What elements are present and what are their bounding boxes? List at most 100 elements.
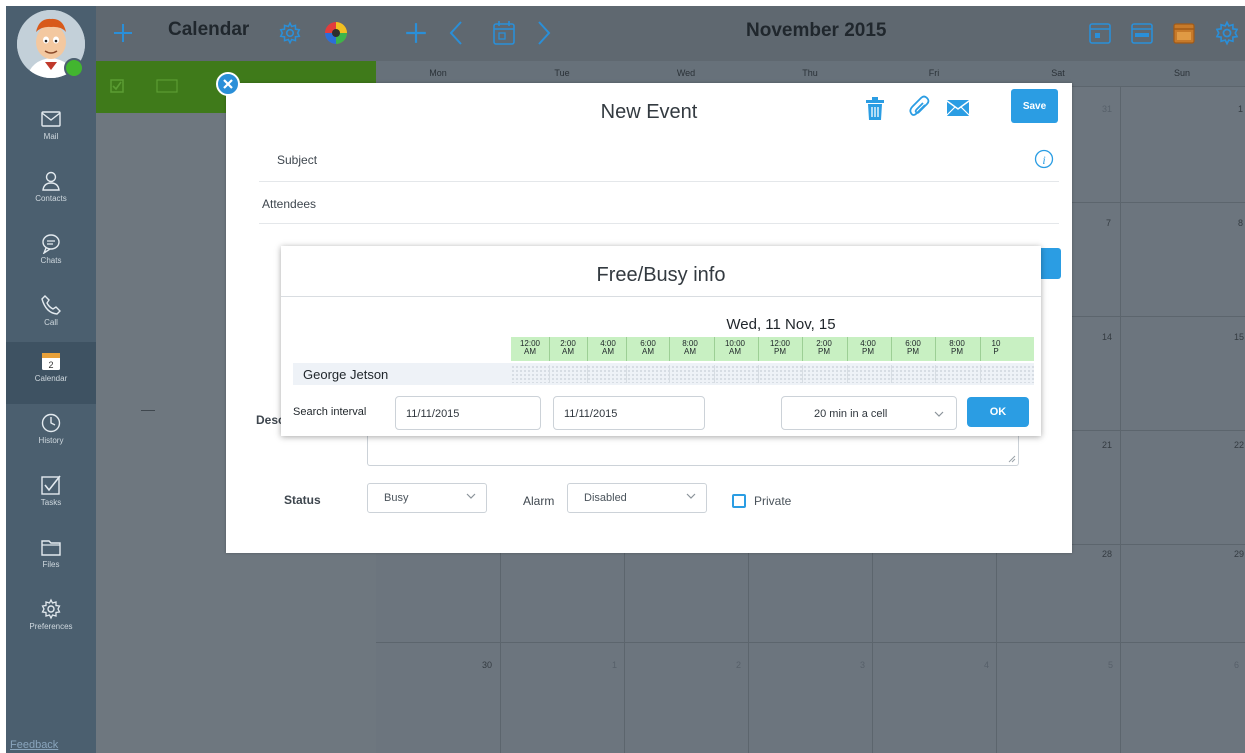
day-number[interactable]: 2 — [736, 660, 741, 670]
day-number[interactable]: 6 — [1234, 660, 1239, 670]
interval-start-input[interactable]: 11/11/2015 — [395, 396, 541, 430]
hour-divider — [891, 337, 892, 361]
weekday-label: Wed — [676, 68, 696, 78]
chevron-left-icon[interactable] — [448, 20, 464, 46]
day-number[interactable]: 15 — [1234, 332, 1244, 342]
hour-divider — [626, 337, 627, 361]
chevron-right-icon[interactable] — [536, 20, 552, 46]
private-label: Private — [754, 494, 792, 508]
view-settings-gear-icon[interactable] — [1214, 20, 1240, 46]
ok-button[interactable]: OK — [967, 397, 1029, 427]
grid-line — [1120, 87, 1121, 753]
day-number[interactable]: 8 — [1238, 218, 1243, 228]
hour-label: 6:00 AM — [640, 339, 656, 356]
day-number[interactable]: 1 — [612, 660, 617, 670]
day-number[interactable]: 31 — [1102, 104, 1112, 114]
day-number[interactable]: 30 — [482, 660, 492, 670]
nav-item-contacts[interactable]: Contacts — [6, 162, 96, 224]
day-number[interactable]: 5 — [1108, 660, 1113, 670]
nav-item-mail[interactable]: Mail — [6, 100, 96, 162]
hour-label: 4:00 PM — [860, 339, 876, 356]
dialog-divider — [281, 296, 1041, 297]
attachment-icon[interactable] — [908, 95, 932, 121]
nav-item-calendar[interactable]: 2 Calendar — [6, 342, 96, 404]
day-number[interactable]: 14 — [1102, 332, 1112, 342]
calendar-color-swatch-icon — [156, 79, 178, 93]
day-number[interactable]: 29 — [1234, 549, 1244, 559]
add-event-icon[interactable] — [404, 21, 428, 45]
hour-label: 2:00 AM — [560, 339, 576, 356]
calendar-icon: 2 — [42, 353, 60, 370]
nav-item-history[interactable]: History — [6, 404, 96, 466]
close-icon — [223, 79, 233, 89]
status-select-value: Busy — [384, 492, 409, 504]
day-number[interactable]: 3 — [860, 660, 865, 670]
clock-icon — [41, 413, 61, 433]
day-number[interactable]: 22 — [1234, 440, 1244, 450]
hour-header-row: 12:00 AM 2:00 AM 4:00 AM 6:00 AM 8:00 AM 10:0… — [511, 337, 1034, 361]
cell-size-value: 20 min in a cell — [814, 408, 888, 420]
week-view-icon[interactable] — [1130, 21, 1154, 45]
hour-label: 8:00 AM — [682, 339, 698, 356]
color-wheel-icon[interactable] — [324, 21, 348, 45]
availability-slots — [511, 365, 1034, 383]
day-number[interactable]: 7 — [1106, 218, 1111, 228]
nav-label: History — [38, 436, 64, 445]
hour-label: 6:00 PM — [905, 339, 921, 356]
slot-divider — [669, 365, 670, 383]
day-number[interactable]: 21 — [1102, 440, 1112, 450]
month-title: November 2015 — [746, 20, 887, 41]
calendar-panel-toolbar: Calendar — [96, 6, 376, 61]
interval-end-input[interactable]: 11/11/2015 — [553, 396, 705, 430]
nav-item-chats[interactable]: Chats — [6, 224, 96, 286]
attendees-label: Attendees — [262, 197, 317, 211]
hour-label: 10:00 AM — [724, 339, 746, 356]
day-number[interactable]: 1 — [1238, 104, 1243, 114]
trash-icon[interactable] — [864, 97, 886, 121]
slot-divider — [980, 365, 981, 383]
hour-divider — [802, 337, 803, 361]
checkbox-checked-icon[interactable] — [110, 79, 124, 93]
alarm-select[interactable]: Disabled — [567, 483, 707, 513]
calendar-panel-dash: — — [141, 401, 155, 417]
interval-start-value: 11/11/2015 — [406, 408, 460, 420]
send-mail-icon[interactable] — [946, 99, 970, 117]
day-number[interactable]: 4 — [984, 660, 989, 670]
month-view-icon[interactable] — [1172, 21, 1196, 45]
chevron-down-icon — [934, 411, 944, 417]
status-label: Status — [284, 493, 321, 507]
today-calendar-icon[interactable] — [492, 20, 516, 46]
cell-size-select[interactable]: 20 min in a cell — [781, 396, 957, 430]
weekday-label: Fri — [928, 68, 940, 78]
calendar-settings-gear-icon[interactable] — [278, 21, 302, 45]
resize-handle-icon[interactable] — [1008, 455, 1016, 463]
hour-divider — [935, 337, 936, 361]
mail-icon — [41, 111, 61, 127]
nav-item-call[interactable]: Call — [6, 286, 96, 348]
app-window: Mail Contacts Chats Call 2 Calendar Hist… — [6, 6, 1245, 753]
month-toolbar: November 2015 — [376, 6, 1245, 61]
nav-label: Tasks — [40, 498, 62, 507]
nav-label: Files — [42, 560, 60, 569]
hour-divider — [714, 337, 715, 361]
nav-item-tasks[interactable]: Tasks — [6, 466, 96, 528]
feedback-link[interactable]: Feedback — [10, 739, 58, 751]
nav-item-preferences[interactable]: Preferences — [6, 590, 96, 652]
close-dialog-button[interactable] — [216, 72, 240, 96]
interval-end-value: 11/11/2015 — [564, 408, 618, 420]
folder-icon — [41, 540, 61, 556]
status-select[interactable]: Busy — [367, 483, 487, 513]
private-checkbox[interactable] — [732, 494, 746, 508]
day-number[interactable]: 28 — [1102, 549, 1112, 559]
add-calendar-icon[interactable] — [112, 22, 134, 44]
slot-divider — [935, 365, 936, 383]
slot-divider — [758, 365, 759, 383]
field-divider — [259, 181, 1059, 182]
weekday-label: Sun — [1173, 68, 1190, 78]
hour-label: 10 P — [991, 339, 1001, 356]
day-view-icon[interactable] — [1088, 21, 1112, 45]
nav-label: Mail — [43, 132, 59, 141]
save-button[interactable]: Save — [1011, 89, 1058, 123]
nav-item-files[interactable]: Files — [6, 528, 96, 590]
info-icon[interactable]: i — [1034, 149, 1054, 169]
